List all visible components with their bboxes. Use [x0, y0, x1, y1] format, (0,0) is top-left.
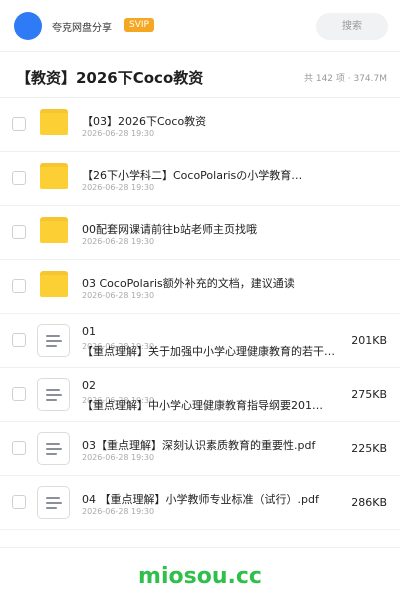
folder-icon [40, 163, 68, 189]
item-size: 201KB [351, 334, 387, 347]
item-date: 2026-06-28 19:30 [82, 237, 155, 246]
item-name: 03 CocoPolaris额外补充的文档，建议通读 [82, 277, 295, 290]
list-item[interactable]: 01 2026-06-28 19:30 【重点理解】关于加强中小学心理健康教育的… [0, 314, 400, 368]
item-name: 【03】2026下Coco教资 [82, 115, 207, 128]
brand-label: 夸克网盘分享 [52, 23, 112, 34]
watermark: miosou.cc [138, 564, 262, 589]
file-list: 【03】2026下Coco教资 2026-06-28 19:30 【26下小学科… [0, 98, 400, 530]
item-name: 【26下小学科二】CocoPolarisの小学教育… [82, 169, 303, 182]
item-date: 2026-06-28 19:30 [82, 507, 155, 516]
item-size: 286KB [351, 496, 387, 509]
list-item[interactable]: 【03】2026下Coco教资 2026-06-28 19:30 [0, 98, 400, 152]
item-subname: 【重点理解】中小学心理健康教育指导纲要201… [82, 399, 323, 412]
item-checkbox[interactable] [12, 279, 26, 293]
list-item[interactable]: 03 CocoPolaris额外补充的文档，建议通读 2026-06-28 19… [0, 260, 400, 314]
document-icon [37, 486, 70, 519]
footer: miosou.cc [0, 547, 400, 600]
folder-icon [40, 217, 68, 243]
item-size: 225KB [351, 442, 387, 455]
item-checkbox[interactable] [12, 495, 26, 509]
folder-meta: 共 142 项 · 374.7M [303, 74, 387, 84]
svip-badge: SVIP [124, 18, 154, 32]
folder-icon [40, 271, 68, 297]
item-date: 2026-06-28 19:30 [82, 183, 155, 192]
item-name: 01 [82, 325, 96, 338]
item-checkbox[interactable] [12, 225, 26, 239]
list-item[interactable]: 【26下小学科二】CocoPolarisの小学教育… 2026-06-28 19… [0, 152, 400, 206]
item-subname: 【重点理解】关于加强中小学心理健康教育的若干… [82, 345, 335, 358]
item-name: 04 【重点理解】小学教师专业标准（试行）.pdf [82, 493, 319, 506]
item-checkbox[interactable] [12, 333, 26, 347]
item-size: 275KB [351, 388, 387, 401]
item-date: 2026-06-28 19:30 [82, 129, 155, 138]
item-name: 02 [82, 379, 96, 392]
document-icon [37, 324, 70, 357]
item-date: 2026-06-28 19:30 [82, 291, 155, 300]
item-name: 00配套网课请前往b站老师主页找哦 [82, 223, 257, 236]
document-icon [37, 378, 70, 411]
avatar[interactable] [14, 12, 42, 40]
item-checkbox[interactable] [12, 117, 26, 131]
list-item[interactable]: 04 【重点理解】小学教师专业标准（试行）.pdf 2026-06-28 19:… [0, 476, 400, 530]
item-checkbox[interactable] [12, 387, 26, 401]
item-date: 2026-06-28 19:30 [82, 453, 155, 462]
list-item[interactable]: 02 2026-06-28 19:30 【重点理解】中小学心理健康教育指导纲要2… [0, 368, 400, 422]
list-item[interactable]: 00配套网课请前往b站老师主页找哦 2026-06-28 19:30 [0, 206, 400, 260]
item-name: 03【重点理解】深刻认识素质教育的重要性.pdf [82, 439, 316, 452]
page-title: 【教资】2026下Coco教资 [16, 69, 204, 87]
top-bar: 夸克网盘分享 SVIP 搜索 [0, 0, 400, 52]
document-icon [37, 432, 70, 465]
folder-title-row: 【教资】2026下Coco教资 共 142 项 · 374.7M [0, 52, 400, 98]
item-checkbox[interactable] [12, 171, 26, 185]
folder-icon [40, 109, 68, 135]
search-button[interactable]: 搜索 [316, 13, 388, 40]
item-checkbox[interactable] [12, 441, 26, 455]
list-item[interactable]: 03【重点理解】深刻认识素质教育的重要性.pdf 2026-06-28 19:3… [0, 422, 400, 476]
